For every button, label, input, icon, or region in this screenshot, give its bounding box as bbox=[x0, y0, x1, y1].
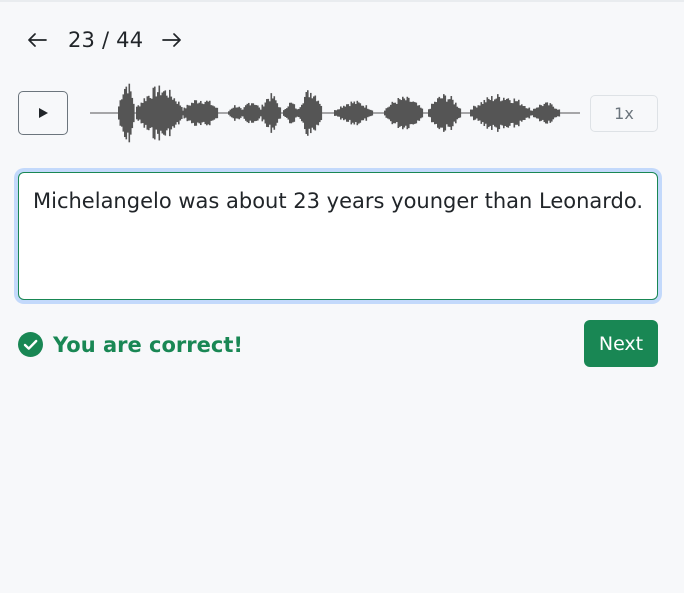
audio-waveform[interactable] bbox=[90, 76, 580, 150]
arrow-left-icon[interactable] bbox=[26, 26, 48, 54]
top-divider bbox=[0, 0, 684, 2]
question-counter: 23 / 44 bbox=[68, 28, 144, 52]
feedback-message: You are correct! bbox=[18, 332, 243, 357]
check-circle-icon bbox=[18, 332, 43, 357]
next-button[interactable]: Next bbox=[584, 320, 658, 367]
arrow-right-icon[interactable] bbox=[161, 26, 183, 54]
feedback-text: You are correct! bbox=[53, 332, 243, 357]
question-navigation: 23 / 44 bbox=[26, 26, 183, 54]
playback-speed-button[interactable]: 1x bbox=[590, 95, 658, 132]
play-button[interactable] bbox=[18, 91, 68, 135]
play-icon bbox=[37, 104, 49, 123]
answer-input[interactable]: Michelangelo was about 23 years younger … bbox=[18, 172, 658, 300]
